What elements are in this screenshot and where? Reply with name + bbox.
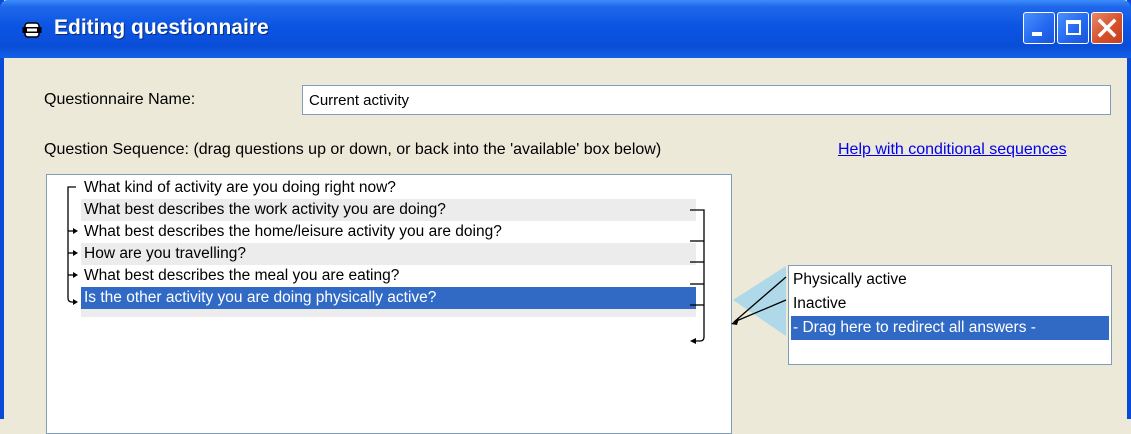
answer-option-redirect-all[interactable]: - Drag here to redirect all answers - bbox=[791, 316, 1109, 340]
window-title: Editing questionnaire bbox=[54, 16, 269, 39]
questionnaire-name-input[interactable] bbox=[302, 85, 1111, 115]
maximize-icon bbox=[1066, 20, 1081, 35]
question-sequence-label: Question Sequence: (drag questions up or… bbox=[44, 141, 662, 158]
answer-option[interactable]: Physically active bbox=[791, 268, 1109, 292]
close-button[interactable] bbox=[1091, 12, 1123, 44]
help-conditional-sequences-link[interactable]: Help with conditional sequences bbox=[838, 141, 1067, 159]
answer-option[interactable]: Inactive bbox=[791, 292, 1109, 316]
question-row[interactable]: What best describes the work activity yo… bbox=[81, 199, 696, 221]
list-spacer bbox=[81, 309, 696, 317]
maximize-button[interactable] bbox=[1057, 12, 1089, 44]
editing-questionnaire-window: Editing questionnaire Questionnaire Name… bbox=[0, 0, 1131, 434]
close-icon bbox=[1097, 18, 1117, 38]
question-row[interactable]: What kind of activity are you doing righ… bbox=[81, 177, 696, 199]
question-row[interactable]: What best describes the home/leisure act… bbox=[81, 221, 696, 243]
minimize-icon bbox=[1032, 32, 1042, 36]
question-row[interactable]: What best describes the meal you are eat… bbox=[81, 265, 696, 287]
minimize-button[interactable] bbox=[1023, 12, 1055, 44]
title-bar[interactable]: Editing questionnaire bbox=[0, 0, 1131, 58]
answer-options-list[interactable]: Physically active Inactive - Drag here t… bbox=[788, 265, 1112, 365]
question-sequence-list[interactable]: What kind of activity are you doing righ… bbox=[46, 174, 732, 434]
questionnaire-name-label: Questionnaire Name: bbox=[44, 91, 196, 108]
question-row-selected[interactable]: Is the other activity you are doing phys… bbox=[81, 287, 696, 309]
app-icon bbox=[22, 22, 42, 38]
question-row[interactable]: How are you travelling? bbox=[81, 243, 696, 265]
